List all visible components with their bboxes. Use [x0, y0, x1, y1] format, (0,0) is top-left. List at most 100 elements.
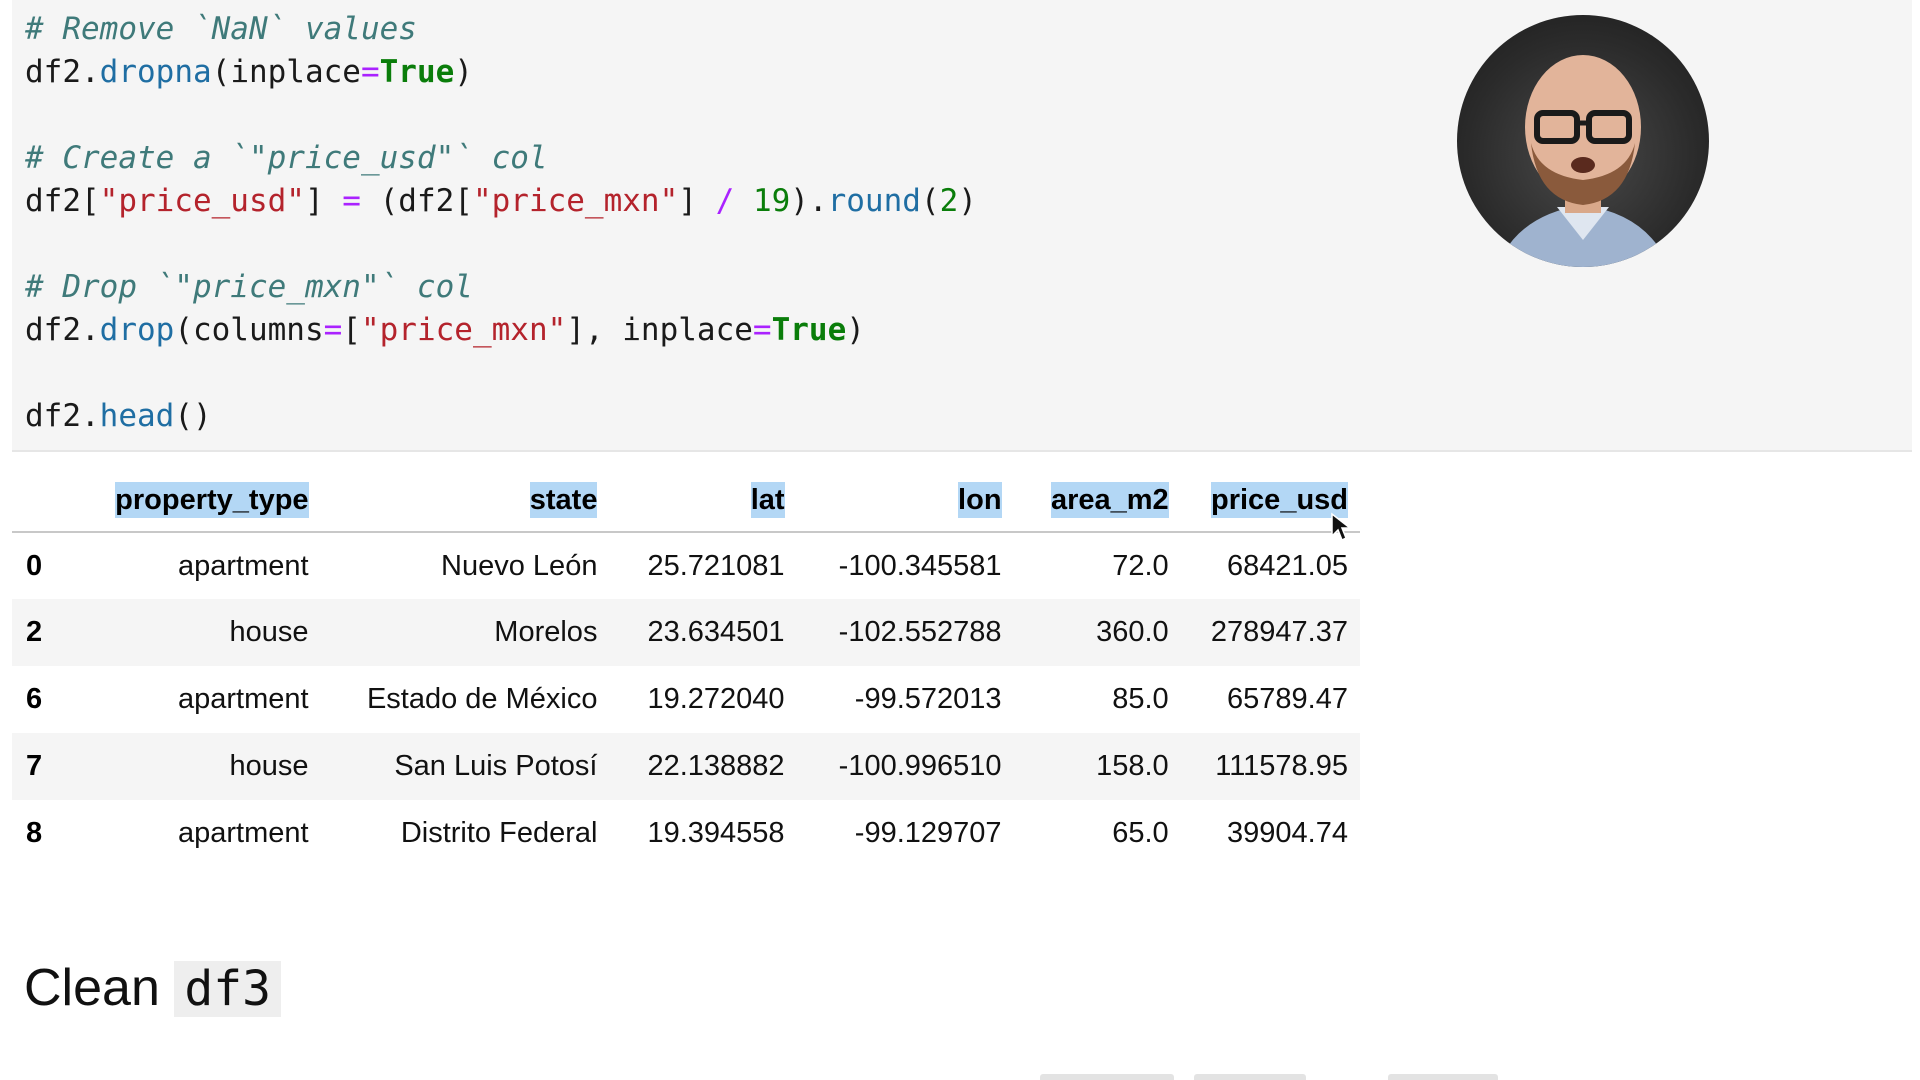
code-token: )	[958, 183, 977, 219]
cell-area-m2: 72.0	[1112, 549, 1169, 582]
code-token: ]	[304, 183, 343, 219]
code-line-5: df2["price_usd"] = (df2["price_mxn"] / 1…	[25, 180, 977, 223]
code-operator: =	[360, 54, 380, 90]
code-line-4: # Create a `"price_usd"` col	[25, 137, 977, 180]
code-token: (inplace	[211, 54, 361, 90]
code-token: )	[846, 312, 865, 348]
cell-area-m2: 65.0	[1112, 817, 1169, 849]
cell-price-usd: 111578.95	[1215, 750, 1348, 782]
cell-lon: -100.345581	[838, 549, 1002, 582]
code-operator: =	[342, 183, 361, 219]
cell-property-type: apartment	[177, 817, 309, 849]
column-header-lon[interactable]: lon	[797, 470, 1014, 532]
cell-lat: 19.272040	[647, 683, 785, 715]
cell-lat: 23.634501	[647, 616, 785, 648]
cell-lon: -99.129707	[854, 817, 1002, 849]
column-header-property-type[interactable]: property_type	[77, 470, 320, 532]
next-cell-edge	[1194, 1074, 1306, 1080]
mouse-cursor-icon	[1331, 512, 1352, 542]
next-cell-edge	[1388, 1074, 1498, 1080]
table-row: 0 apartment Nuevo León 25.721081 -100.34…	[12, 532, 1360, 599]
table-row: 8 apartment Distrito Federal 19.394558 -…	[12, 800, 1360, 867]
cell-state: Distrito Federal	[400, 817, 598, 849]
code-token: df2.	[25, 312, 100, 348]
code-line-2: df2.dropna(inplace=True)	[25, 54, 473, 90]
code-string: "price_mxn"	[360, 312, 567, 348]
cell-lat: 25.721081	[647, 549, 785, 582]
cell-price-usd: 278947.37	[1210, 616, 1348, 648]
presenter-avatar	[1497, 55, 1669, 267]
cell-state: Morelos	[494, 616, 598, 648]
code-line-1: # Remove `NaN` values	[25, 8, 977, 51]
code-comment: # Drop `"price_mxn"` col	[25, 269, 473, 305]
cell-area-m2: 85.0	[1112, 683, 1169, 715]
code-number: 19	[752, 183, 791, 219]
code-string: "price_usd"	[99, 183, 305, 219]
code-operator: /	[715, 183, 735, 219]
code-token: df2[	[25, 183, 100, 219]
cell-price-usd: 68421.05	[1227, 549, 1348, 582]
markdown-heading: Clean df3	[24, 958, 282, 1018]
cell-lon: -99.572013	[854, 683, 1002, 715]
heading-text: Clean	[24, 959, 160, 1017]
cell-property-type: apartment	[177, 683, 309, 715]
row-index: 2	[26, 616, 43, 648]
cell-lon: -100.996510	[838, 750, 1002, 782]
column-header-lat[interactable]: lat	[609, 470, 796, 532]
heading-code: df3	[174, 961, 282, 1017]
cell-area-m2: 360.0	[1096, 616, 1169, 648]
dataframe-output: property_type state lat lon area_m2 pric…	[12, 470, 1360, 867]
cell-area-m2: 158.0	[1096, 750, 1169, 782]
column-header-state[interactable]: state	[321, 470, 610, 532]
table-row: 2 house Morelos 23.634501 -102.552788 36…	[12, 599, 1360, 666]
code-token: df2.	[25, 398, 100, 434]
next-cell-edge	[1040, 1074, 1174, 1080]
cell-price-usd: 39904.74	[1227, 817, 1348, 849]
presenter-webcam	[1457, 15, 1709, 267]
code-line-8: df2.drop(columns=["price_mxn"], inplace=…	[25, 309, 977, 352]
row-index: 0	[26, 549, 43, 582]
code-token: ]	[678, 183, 716, 219]
cell-price-usd: 65789.47	[1227, 683, 1348, 715]
code-string: "price_mxn"	[472, 183, 679, 219]
code-line-10: df2.head()	[25, 395, 977, 438]
code-method: drop	[99, 312, 175, 348]
code-token: (df2[	[360, 183, 473, 219]
code-comment: # Create a `"price_usd"` col	[25, 140, 548, 176]
cell-state: Nuevo León	[441, 549, 598, 582]
code-method: round	[827, 183, 921, 219]
code-token: ).	[790, 183, 828, 219]
code-token: (columns	[174, 312, 324, 348]
cell-state: Estado de México	[366, 683, 598, 715]
row-index: 6	[26, 683, 43, 715]
cell-property-type: apartment	[177, 549, 309, 582]
cell-lat: 22.138882	[647, 750, 785, 782]
code-token: ], inplace	[566, 312, 753, 348]
code-operator: =	[323, 312, 343, 348]
cell-lat: 19.394558	[647, 817, 785, 849]
code-token: df2	[25, 54, 81, 90]
cell-property-type: house	[229, 616, 309, 648]
code-token: [	[342, 312, 361, 348]
code-token: ()	[174, 398, 212, 434]
code-number: 2	[939, 183, 959, 219]
code-comment: # Remove `NaN` values	[25, 11, 417, 47]
cell-state: San Luis Potosí	[394, 750, 598, 782]
table-row: 6 apartment Estado de México 19.272040 -…	[12, 666, 1360, 733]
table-row: 7 house San Luis Potosí 22.138882 -100.9…	[12, 733, 1360, 800]
code-keyword: True	[379, 54, 455, 90]
index-header	[12, 470, 77, 532]
cell-property-type: house	[229, 750, 309, 782]
cell-lon: -102.552788	[838, 616, 1002, 648]
code-token: (	[920, 183, 940, 219]
column-header-area-m2[interactable]: area_m2	[1014, 470, 1181, 532]
code-keyword: True	[771, 312, 847, 348]
code-line-7: # Drop `"price_mxn"` col	[25, 266, 977, 309]
row-index: 7	[26, 750, 43, 782]
code-token: )	[454, 54, 473, 90]
code-editor[interactable]: # Remove `NaN` values df2.dropna(inplace=…	[25, 8, 977, 438]
